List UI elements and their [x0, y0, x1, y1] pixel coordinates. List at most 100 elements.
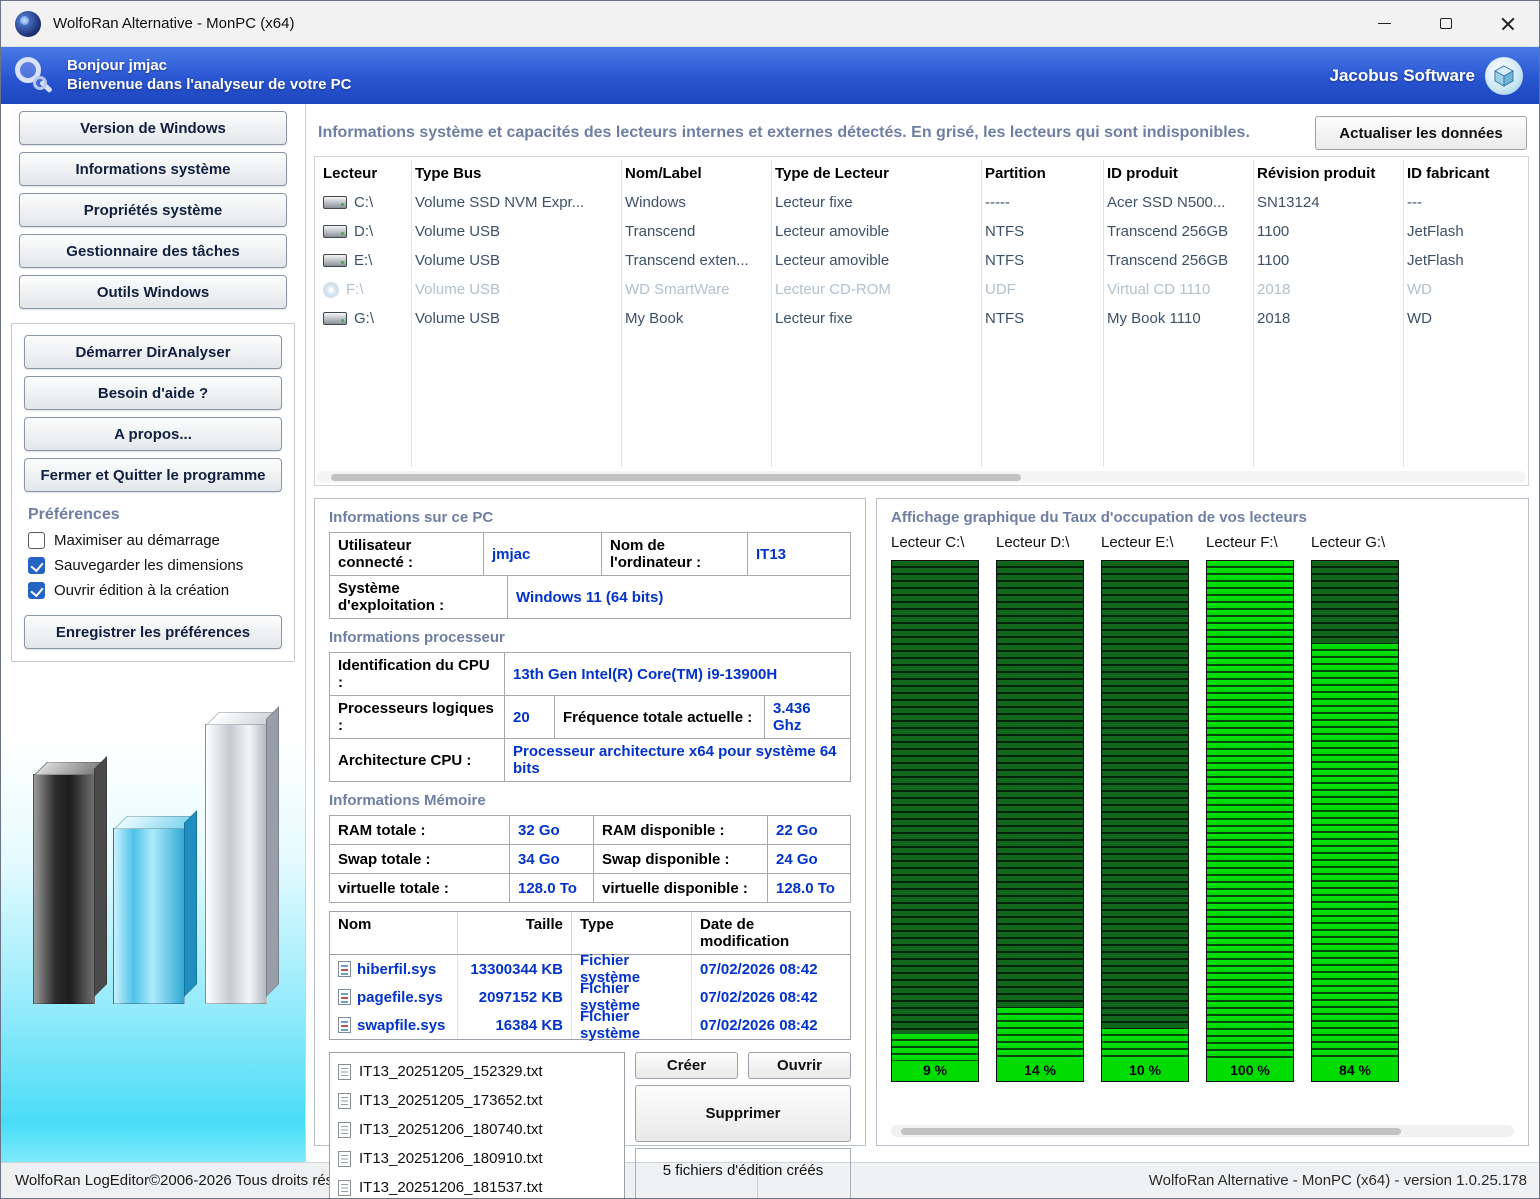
- cpu-logical-label: Processeurs logiques :: [330, 696, 505, 739]
- close-button[interactable]: [1477, 1, 1539, 46]
- cpu-id-label: Identification du CPU :: [330, 653, 505, 696]
- main-area: Informations système et capacités des le…: [306, 104, 1539, 1162]
- drive-product: Acer SSD N500...: [1099, 188, 1249, 217]
- table-row-drive-c[interactable]: C:\ Volume SSD NVM Expr... Windows Lecte…: [315, 188, 1528, 217]
- sidebar-item-informations-systeme[interactable]: Informations système: [19, 152, 287, 186]
- about-button[interactable]: A propos...: [24, 417, 282, 451]
- content: Version de Windows Informations système …: [1, 104, 1539, 1162]
- delete-button[interactable]: Supprimer: [635, 1085, 851, 1142]
- os-label: Système d'exploitation :: [330, 576, 508, 619]
- gauge-drive-d: Lecteur D:\ 14 %: [996, 534, 1084, 1082]
- titlebar: WolfoRan Alternative - MonPC (x64): [1, 1, 1539, 47]
- gauge-label: Lecteur C:\: [891, 534, 979, 560]
- pref-save-dimensions[interactable]: Sauvegarder les dimensions: [28, 557, 288, 574]
- list-item[interactable]: IT13_20251206_181537.txt: [330, 1173, 624, 1199]
- column-header: Type: [572, 912, 692, 955]
- drive-letter: D:\: [354, 223, 373, 240]
- pref-label: Ouvrir édition à la création: [54, 582, 229, 599]
- list-item[interactable]: IT13_20251206_180740.txt: [330, 1115, 624, 1144]
- create-button[interactable]: Créer: [635, 1052, 738, 1079]
- column-header[interactable]: Révision produit: [1249, 157, 1399, 188]
- table-row-drive-g[interactable]: G:\ Volume USB My Book Lecteur fixe NTFS…: [315, 304, 1528, 333]
- file-date: 07/02/2026 08:42: [692, 1011, 850, 1039]
- window-title: WolfoRan Alternative - MonPC (x64): [53, 15, 295, 32]
- drive-label: Transcend: [617, 217, 767, 246]
- quit-button[interactable]: Fermer et Quitter le programme: [24, 458, 282, 492]
- sidebar-item-proprietes-systeme[interactable]: Propriétés système: [19, 193, 287, 227]
- drive-letter: F:\: [346, 281, 364, 298]
- usage-bar: 10 %: [1101, 560, 1189, 1082]
- usage-fill: [1207, 561, 1293, 1081]
- start-diranalyser-button[interactable]: Démarrer DirAnalyser: [24, 335, 282, 369]
- table-row-drive-e[interactable]: E:\ Volume USB Transcend exten... Lecteu…: [315, 246, 1528, 275]
- drive-revision: SN13124: [1249, 188, 1399, 217]
- column-separator: [621, 160, 622, 467]
- drive-type: Lecteur CD-ROM: [767, 275, 977, 304]
- drive-icon: [323, 254, 347, 267]
- column-header[interactable]: Type de Lecteur: [767, 157, 977, 188]
- greeting-text: Bonjour jmjac: [67, 57, 352, 76]
- list-item[interactable]: IT13_20251205_173652.txt: [330, 1086, 624, 1115]
- drive-bus: Volume USB: [407, 304, 617, 333]
- computer-value: IT13: [748, 533, 851, 576]
- mem-label: virtuelle disponible :: [594, 874, 768, 903]
- editions-count-status: 5 fichiers d'édition créés: [635, 1148, 851, 1199]
- drive-type: Lecteur amovible: [767, 246, 977, 275]
- pref-label: Maximiser au démarrage: [54, 532, 220, 549]
- mem-value: 22 Go: [768, 816, 851, 845]
- horizontal-scrollbar[interactable]: [317, 471, 1526, 483]
- table-row-drive-d[interactable]: D:\ Volume USB Transcend Lecteur amovibl…: [315, 217, 1528, 246]
- scrollbar-thumb[interactable]: [901, 1128, 1401, 1135]
- help-button[interactable]: Besoin d'aide ?: [24, 376, 282, 410]
- system-file-icon: [338, 989, 351, 1005]
- system-files-table: Nom Taille Type Date de modification hib…: [329, 911, 851, 1040]
- scrollbar-thumb[interactable]: [331, 474, 1021, 481]
- pref-open-edition[interactable]: Ouvrir édition à la création: [28, 582, 288, 599]
- mem-value: 34 Go: [510, 845, 594, 874]
- drive-label: My Book: [617, 304, 767, 333]
- drive-type: Lecteur fixe: [767, 304, 977, 333]
- gauge-label: Lecteur F:\: [1206, 534, 1294, 560]
- gauge-row: Lecteur C:\ 9 % Lecteur D:\ 14 %: [891, 534, 1514, 1082]
- drive-letter: E:\: [354, 252, 372, 269]
- drive-revision: 2018: [1249, 275, 1399, 304]
- gauge-label: Lecteur D:\: [996, 534, 1084, 560]
- drive-vendor: ---: [1399, 188, 1528, 217]
- checkbox-icon[interactable]: [28, 532, 45, 549]
- horizontal-scrollbar[interactable]: [891, 1125, 1514, 1137]
- column-separator: [1403, 160, 1404, 467]
- sidebar-item-version-windows[interactable]: Version de Windows: [19, 111, 287, 145]
- save-preferences-button[interactable]: Enregistrer les préférences: [24, 615, 282, 649]
- column-header[interactable]: ID fabricant: [1399, 157, 1528, 188]
- drive-vendor: WD: [1399, 275, 1528, 304]
- checkbox-icon[interactable]: [28, 557, 45, 574]
- table-row-drive-f[interactable]: F:\ Volume USB WD SmartWare Lecteur CD-R…: [315, 275, 1528, 304]
- sidebar-item-outils-windows[interactable]: Outils Windows: [19, 275, 287, 309]
- column-separator: [1253, 160, 1254, 467]
- refresh-data-button[interactable]: Actualiser les données: [1315, 116, 1527, 150]
- list-item[interactable]: IT13_20251205_152329.txt: [330, 1057, 624, 1086]
- cpu-freq-value: 3.436 Ghz: [765, 696, 851, 739]
- open-button[interactable]: Ouvrir: [748, 1052, 851, 1079]
- maximize-button[interactable]: [1415, 1, 1477, 46]
- cpu-id-value: 13th Gen Intel(R) Core(TM) i9-13900H: [505, 653, 851, 696]
- drive-label: WD SmartWare: [617, 275, 767, 304]
- column-header[interactable]: Partition: [977, 157, 1099, 188]
- column-header[interactable]: Type Bus: [407, 157, 617, 188]
- checkbox-icon[interactable]: [28, 582, 45, 599]
- minimize-button[interactable]: [1353, 1, 1415, 46]
- list-item[interactable]: IT13_20251206_180910.txt: [330, 1144, 624, 1173]
- logo-bar-side: [94, 756, 107, 997]
- edition-files-list[interactable]: IT13_20251205_152329.txt IT13_20251205_1…: [329, 1052, 625, 1199]
- pref-maximize-startup[interactable]: Maximiser au démarrage: [28, 532, 288, 549]
- gauge-drive-e: Lecteur E:\ 10 %: [1101, 534, 1189, 1082]
- column-header[interactable]: Nom/Label: [617, 157, 767, 188]
- logo-bar-silver: [205, 724, 267, 1004]
- sidebar-item-gestionnaire-taches[interactable]: Gestionnaire des tâches: [19, 234, 287, 268]
- cpu-info-title: Informations processeur: [329, 629, 851, 646]
- drive-letter: C:\: [354, 194, 373, 211]
- mem-value: 32 Go: [510, 816, 594, 845]
- column-header[interactable]: Lecteur: [315, 157, 407, 188]
- drive-bus: Volume USB: [407, 246, 617, 275]
- column-header[interactable]: ID produit: [1099, 157, 1249, 188]
